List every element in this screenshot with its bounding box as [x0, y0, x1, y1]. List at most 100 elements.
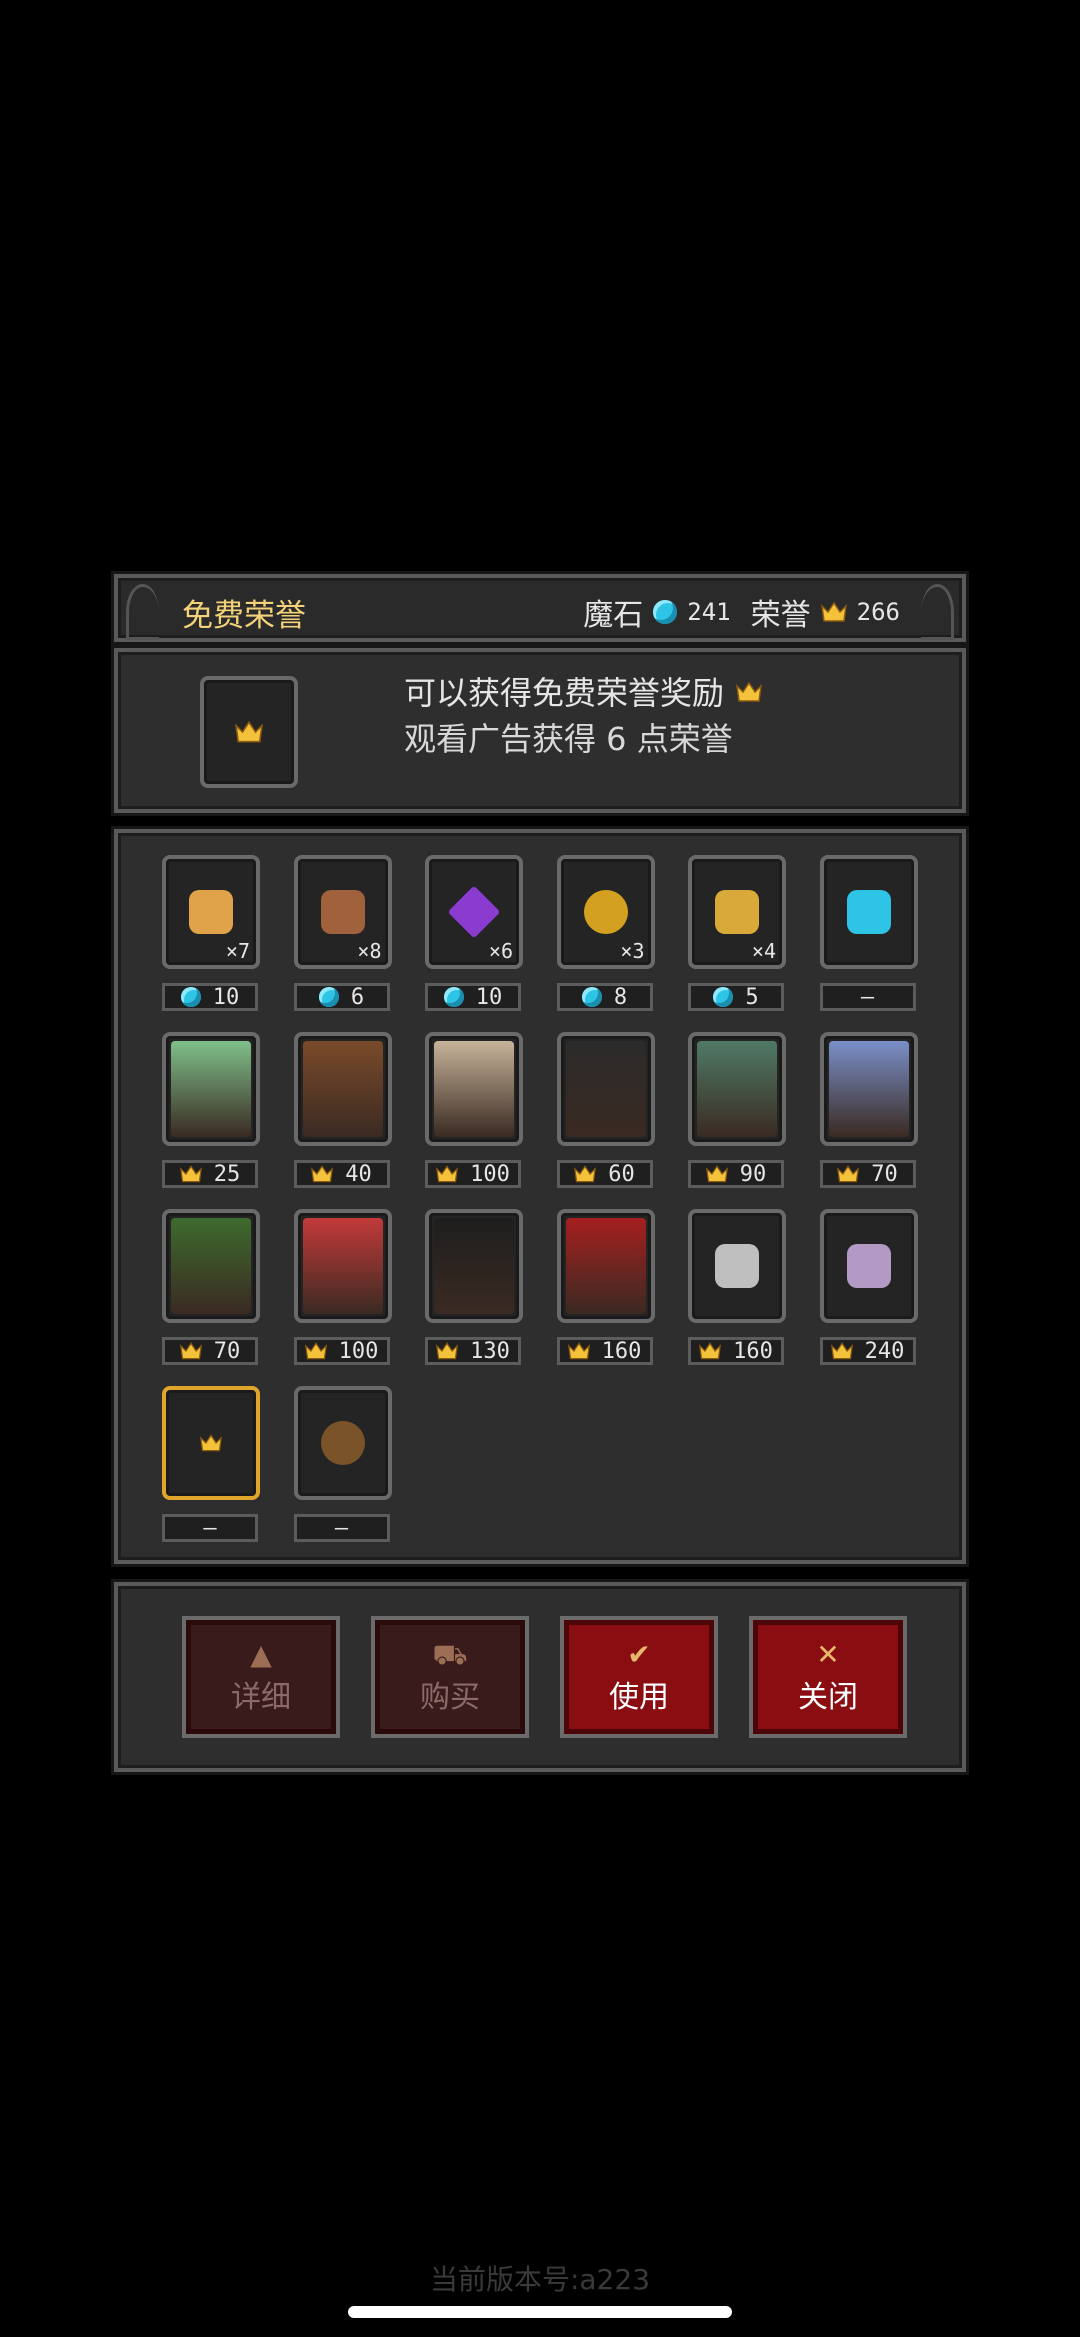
item-slot[interactable]: ×3 — [556, 855, 655, 969]
crown-icon — [705, 1165, 728, 1183]
shop-item-red-demon-mage[interactable]: 160 — [556, 1209, 655, 1365]
item-price: 70 — [162, 1337, 258, 1365]
item-slot[interactable]: ×8 — [293, 855, 392, 969]
shop-item-zombie-shield[interactable]: 90 — [688, 1032, 786, 1188]
item-price: 70 — [819, 1160, 916, 1188]
item-price: — — [819, 983, 916, 1011]
blue-priestess-icon — [828, 1041, 909, 1137]
item-slot[interactable] — [425, 1209, 523, 1323]
price-value: 160 — [601, 1338, 642, 1364]
item-slot[interactable] — [688, 1032, 786, 1146]
close-button[interactable]: ✕ 关闭 — [749, 1616, 907, 1738]
free-honor-icon — [171, 1395, 251, 1491]
item-slot[interactable]: ×7 — [162, 855, 260, 969]
shop-item-crossed-swords[interactable]: 160 — [688, 1209, 786, 1365]
hourglass-icon — [846, 1244, 891, 1288]
item-slot[interactable] — [688, 1209, 786, 1323]
honor-label: 荣誉 — [750, 598, 811, 633]
gem-icon — [653, 600, 678, 624]
shop-item-heart-scroll[interactable]: ×8 6 — [293, 855, 392, 1011]
item-slot[interactable] — [425, 1032, 523, 1146]
forest-ent-icon — [171, 1218, 251, 1314]
crown-icon — [179, 1342, 202, 1360]
crown-icon — [699, 1342, 722, 1360]
shop-item-free-honor[interactable]: — — [162, 1386, 260, 1542]
corner-ornament-right — [921, 584, 954, 640]
shop-item-hooded-reaper[interactable]: 60 — [556, 1032, 655, 1188]
item-quantity: ×4 — [751, 939, 776, 963]
item-slot[interactable] — [819, 1209, 918, 1323]
shop-item-golden-bell[interactable]: ×4 5 — [688, 855, 786, 1011]
item-slot[interactable] — [556, 1032, 655, 1146]
item-quantity: ×7 — [225, 939, 250, 963]
item-price: 60 — [556, 1160, 653, 1188]
shop-item-honor-bag[interactable]: — — [293, 1386, 392, 1542]
item-slot[interactable]: ×4 — [688, 855, 786, 969]
flask-icon: ▲ — [250, 1638, 272, 1671]
item-slot[interactable] — [162, 1386, 260, 1500]
item-slot[interactable] — [819, 1032, 918, 1146]
item-slot[interactable] — [293, 1032, 392, 1146]
version-text: 当前版本号:a223 — [429, 2263, 651, 2296]
item-slot[interactable]: ×6 — [425, 855, 523, 969]
item-price: 130 — [425, 1337, 521, 1365]
price-value: — — [334, 1515, 349, 1541]
honor-value: 266 — [856, 598, 900, 626]
shop-item-honor-to-gem[interactable]: — — [819, 855, 918, 1011]
corner-ornament-left — [126, 584, 159, 640]
purple-crystal-icon — [447, 885, 501, 939]
details-button[interactable]: ▲ 详细 — [182, 1616, 340, 1738]
crown-icon — [820, 602, 847, 622]
price-value: 130 — [470, 1338, 510, 1364]
gem-icon — [180, 987, 201, 1007]
shop-item-forest-ent[interactable]: 70 — [162, 1209, 260, 1365]
item-slot[interactable] — [819, 855, 918, 969]
cart-icon: ⛟ — [432, 1638, 468, 1671]
gold-bars-icon — [189, 890, 233, 934]
item-price: 90 — [688, 1160, 784, 1188]
item-slot[interactable] — [293, 1386, 392, 1500]
shop-item-golden-apple[interactable]: ×3 8 — [556, 855, 655, 1011]
item-slot[interactable] — [293, 1209, 392, 1323]
shop-item-purple-crystal[interactable]: ×6 10 — [425, 855, 523, 1011]
armored-knight-icon — [434, 1041, 514, 1137]
shop-item-tree-monster[interactable]: 40 — [293, 1032, 392, 1188]
magic-stone-value: 241 — [687, 598, 731, 626]
shop-item-blonde-vampire[interactable]: 100 — [293, 1209, 392, 1365]
shop-item-hourglass[interactable]: 240 — [819, 1209, 918, 1365]
home-indicator[interactable] — [348, 2306, 732, 2318]
price-value: 160 — [733, 1338, 773, 1364]
buy-button[interactable]: ⛟ 购买 — [371, 1616, 529, 1738]
dark-cultist-icon — [434, 1218, 514, 1314]
item-price: 100 — [425, 1160, 521, 1188]
hooded-reaper-icon — [565, 1041, 646, 1137]
price-value: 5 — [745, 984, 759, 1010]
shop-item-dark-cultist[interactable]: 130 — [425, 1209, 523, 1365]
item-slot[interactable] — [556, 1209, 655, 1323]
heart-scroll-icon — [320, 890, 365, 934]
shop-item-gold-bars[interactable]: ×7 10 — [162, 855, 260, 1011]
price-value: 70 — [871, 1161, 898, 1187]
shop-item-armored-knight[interactable]: 100 — [425, 1032, 523, 1188]
page-title: 免费荣誉 — [182, 598, 306, 634]
close-label: 关闭 — [798, 1680, 858, 1715]
buy-label: 购买 — [420, 1680, 480, 1715]
crossed-swords-icon — [715, 1244, 759, 1288]
item-price: 10 — [425, 983, 521, 1011]
use-button[interactable]: ✔ 使用 — [560, 1616, 718, 1738]
item-slot[interactable] — [162, 1032, 260, 1146]
crown-icon — [436, 1165, 459, 1183]
item-price: 6 — [293, 983, 390, 1011]
item-quantity: ×3 — [620, 939, 645, 963]
crown-icon — [567, 1342, 590, 1360]
item-quantity: ×8 — [357, 939, 382, 963]
item-price: 160 — [556, 1337, 653, 1365]
item-price: 240 — [819, 1337, 916, 1365]
shop-item-blue-priestess[interactable]: 70 — [819, 1032, 918, 1188]
gem-icon — [713, 987, 734, 1007]
item-slot[interactable] — [162, 1209, 260, 1323]
reward-description: 可以获得免费荣誉奖励 — [404, 668, 763, 714]
item-price: 160 — [688, 1337, 784, 1365]
price-value: 240 — [864, 1338, 905, 1364]
shop-item-green-slime[interactable]: 25 — [162, 1032, 260, 1188]
